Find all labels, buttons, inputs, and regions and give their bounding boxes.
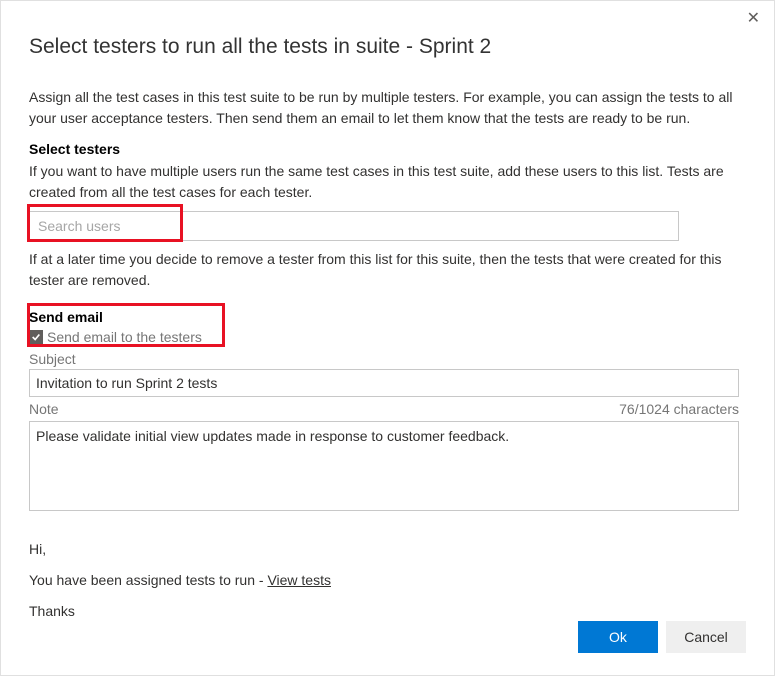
dialog-intro: Assign all the test cases in this test s… [29, 87, 746, 129]
dialog-button-row: Ok Cancel [578, 621, 746, 653]
send-email-section: Send email Send email to the testers [29, 309, 746, 345]
close-button[interactable]: ✕ [747, 11, 760, 27]
remove-tester-note: If at a later time you decide to remove … [29, 249, 746, 291]
send-email-checkbox[interactable] [29, 330, 43, 344]
note-label-row: Note 76/1024 characters [29, 401, 739, 419]
dialog-title: Select testers to run all the tests in s… [29, 35, 746, 59]
note-label: Note [29, 401, 59, 417]
send-email-checkbox-label: Send email to the testers [47, 329, 202, 345]
view-tests-link[interactable]: View tests [267, 572, 331, 588]
preview-greeting: Hi, [29, 534, 746, 565]
close-icon: ✕ [747, 10, 760, 27]
preview-body-line: You have been assigned tests to run - Vi… [29, 565, 746, 596]
preview-body-text: You have been assigned tests to run - [29, 572, 267, 588]
email-preview: Hi, You have been assigned tests to run … [29, 534, 746, 626]
cancel-button[interactable]: Cancel [666, 621, 746, 653]
select-testers-dialog: ✕ Select testers to run all the tests in… [1, 1, 774, 675]
search-users-input[interactable] [29, 211, 679, 241]
checkmark-icon [31, 332, 41, 342]
send-email-checkbox-row: Send email to the testers [29, 329, 746, 345]
subject-label: Subject [29, 351, 746, 367]
select-testers-header: Select testers [29, 141, 746, 157]
ok-button[interactable]: Ok [578, 621, 658, 653]
send-email-header: Send email [29, 309, 746, 325]
subject-input[interactable] [29, 369, 739, 397]
select-testers-desc: If you want to have multiple users run t… [29, 161, 746, 203]
note-textarea[interactable] [29, 421, 739, 511]
search-wrapper [29, 211, 746, 241]
character-count: 76/1024 characters [619, 401, 739, 419]
